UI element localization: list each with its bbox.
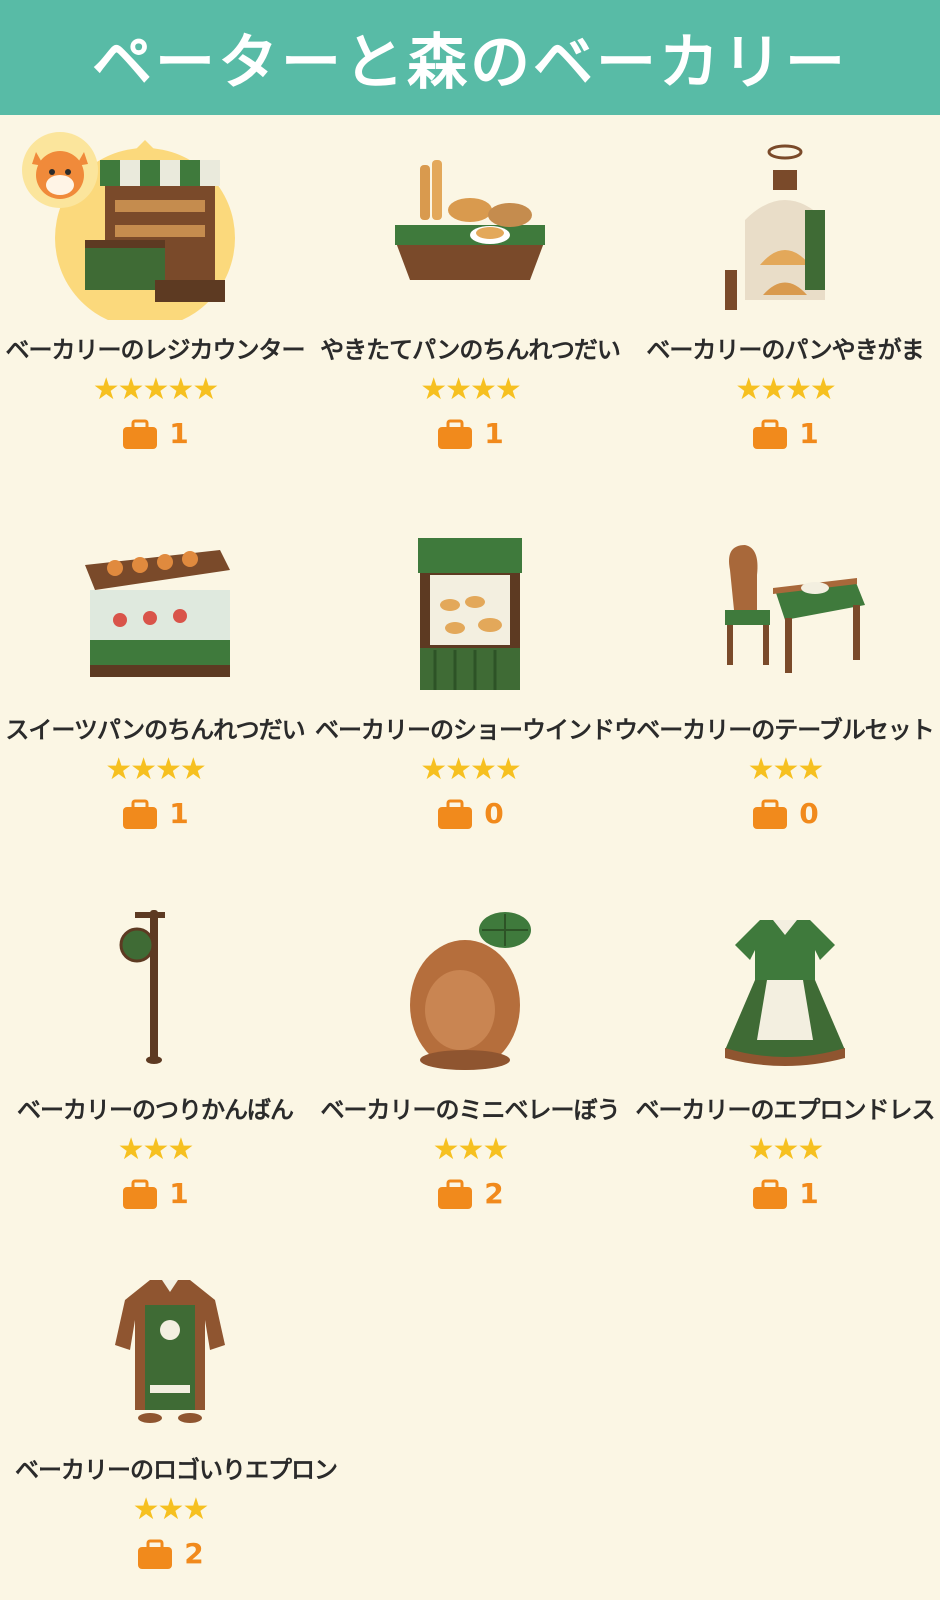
bag-icon (123, 1179, 158, 1209)
item-card[interactable]: ベーカリーのショーウインドウ ★★★★ 0 (315, 510, 638, 840)
fresh-bread-display-table-icon (395, 160, 545, 280)
mini-beret-icon (410, 912, 531, 1070)
owned-count-row: 2 (315, 1177, 625, 1210)
owned-count-row: 1 (0, 797, 310, 830)
item-name: ベーカリーのレジカウンター (5, 336, 306, 364)
item-card[interactable]: やきたてパンのちんれつだい ★★★★ 1 (315, 130, 625, 460)
owned-count-row: 1 (0, 417, 310, 450)
item-card[interactable]: ベーカリーのエプロンドレス ★★★ 1 (630, 890, 940, 1220)
owned-count: 1 (169, 797, 189, 830)
bakery-register-counter-icon (85, 160, 225, 302)
owned-count: 1 (484, 417, 504, 450)
item-image (370, 890, 570, 1080)
item-name: ベーカリーのつりかんばん (17, 1096, 294, 1124)
bag-icon (753, 419, 788, 449)
item-name: ベーカリーのミニベレーぼう (320, 1096, 621, 1124)
owned-count-row: 1 (630, 417, 940, 450)
bag-icon (123, 799, 158, 829)
item-image (370, 510, 570, 700)
bag-icon (753, 799, 788, 829)
owned-count-row: 2 (15, 1537, 325, 1570)
bakery-table-set-icon (725, 545, 865, 673)
item-card[interactable]: ベーカリーのパンやきがま ★★★★ 1 (630, 130, 940, 460)
owned-count: 2 (184, 1537, 204, 1570)
bread-oven-icon (725, 144, 825, 310)
owned-count: 1 (169, 417, 189, 450)
owned-count: 1 (799, 417, 819, 450)
item-name: スイーツパンのちんれつだい (5, 716, 305, 744)
rarity-stars: ★★★★ (735, 372, 837, 407)
item-image (55, 510, 255, 700)
owned-count: 2 (484, 1177, 504, 1210)
item-card[interactable]: ベーカリーのテーブルセット ★★★ 0 (630, 510, 940, 840)
item-card[interactable]: ベーカリーのロゴいりエプロン ★★★ 2 (15, 1250, 338, 1580)
item-image (685, 130, 885, 320)
rarity-stars: ★★★ (432, 1132, 510, 1167)
item-card[interactable]: ベーカリーのつりかんばん ★★★ 1 (0, 890, 310, 1220)
item-card[interactable]: スイーツパンのちんれつだい ★★★★ 1 (0, 510, 310, 840)
item-image (685, 510, 885, 700)
owned-count: 1 (799, 1177, 819, 1210)
rarity-stars: ★★★ (747, 1132, 825, 1167)
hanging-sign-icon (119, 910, 165, 1064)
rarity-stars: ★★★★★ (92, 372, 219, 407)
owned-count: 1 (169, 1177, 189, 1210)
rarity-stars: ★★★ (117, 1132, 195, 1167)
bag-icon (438, 419, 473, 449)
bag-icon (438, 799, 473, 829)
item-image (370, 130, 570, 320)
item-image (55, 890, 255, 1080)
rarity-stars: ★★★ (747, 752, 825, 787)
item-name: ベーカリーのロゴいりエプロン (15, 1456, 338, 1484)
item-card[interactable]: ベーカリーのミニベレーぼう ★★★ 2 (315, 890, 625, 1220)
owned-count-row: 1 (315, 417, 625, 450)
page-title: ペーターと森のベーカリー (92, 28, 848, 98)
item-image (685, 890, 885, 1080)
item-image (70, 1250, 270, 1440)
item-name: やきたてパンのちんれつだい (320, 336, 621, 364)
bag-icon (138, 1539, 173, 1569)
bag-icon (123, 419, 158, 449)
item-name: ベーカリーのパンやきがま (646, 336, 924, 364)
owned-count-row: 0 (315, 797, 625, 830)
owned-count-row: 1 (630, 1177, 940, 1210)
bag-icon (438, 1179, 473, 1209)
item-name: ベーカリーのエプロンドレス (635, 1096, 936, 1124)
item-image (55, 130, 255, 320)
item-card[interactable]: ベーカリーのレジカウンター ★★★★★ 1 (0, 130, 310, 460)
owned-count-row: 0 (630, 797, 940, 830)
rarity-stars: ★★★ (132, 1492, 210, 1527)
rarity-stars: ★★★★ (420, 752, 522, 787)
owned-count: 0 (484, 797, 504, 830)
logo-apron-icon (115, 1280, 225, 1423)
owned-count: 0 (799, 797, 819, 830)
header-bar: ペーターと森のベーカリー (0, 0, 940, 115)
rarity-stars: ★★★★ (420, 372, 522, 407)
item-name: ベーカリーのテーブルセット (636, 716, 935, 744)
apron-dress-icon (725, 920, 845, 1066)
bag-icon (753, 1179, 788, 1209)
owned-count-row: 1 (0, 1177, 310, 1210)
item-name: ベーカリーのショーウインドウ (315, 716, 638, 744)
bakery-show-window-icon (418, 538, 522, 690)
rarity-stars: ★★★★ (105, 752, 207, 787)
sweet-bread-display-case-icon (85, 550, 230, 677)
